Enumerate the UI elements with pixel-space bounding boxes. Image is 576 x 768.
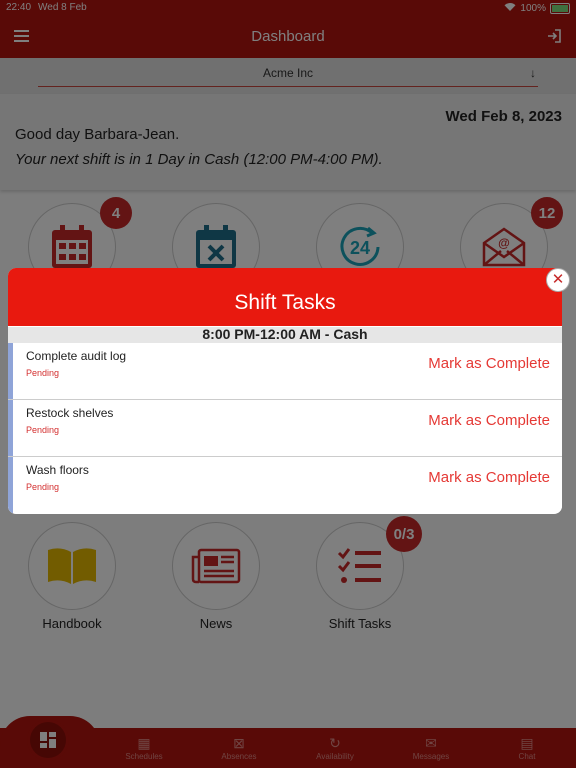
task-stripe (8, 457, 13, 513)
mark-complete-button[interactable]: Mark as Complete (428, 355, 550, 372)
task-stripe (8, 400, 13, 456)
task-status: Pending (26, 368, 60, 378)
task-row: Restock shelves Pending Mark as Complete (8, 400, 562, 457)
task-name: Restock shelves (26, 406, 114, 420)
modal-title: Shift Tasks (8, 268, 562, 326)
close-icon[interactable]: ✕ (546, 268, 570, 292)
task-status: Pending (26, 425, 60, 435)
task-stripe (8, 343, 13, 399)
mark-complete-button[interactable]: Mark as Complete (428, 412, 550, 429)
task-row: Complete audit log Pending Mark as Compl… (8, 343, 562, 400)
task-name: Wash floors (26, 463, 89, 477)
task-row: Wash floors Pending Mark as Complete (8, 457, 562, 513)
modal-shift-time: 8:00 PM-12:00 AM - Cash (8, 326, 562, 343)
shift-tasks-modal: Shift Tasks 8:00 PM-12:00 AM - Cash Comp… (8, 268, 562, 514)
task-status: Pending (26, 482, 60, 492)
mark-complete-button[interactable]: Mark as Complete (428, 469, 550, 486)
task-name: Complete audit log (26, 349, 127, 363)
